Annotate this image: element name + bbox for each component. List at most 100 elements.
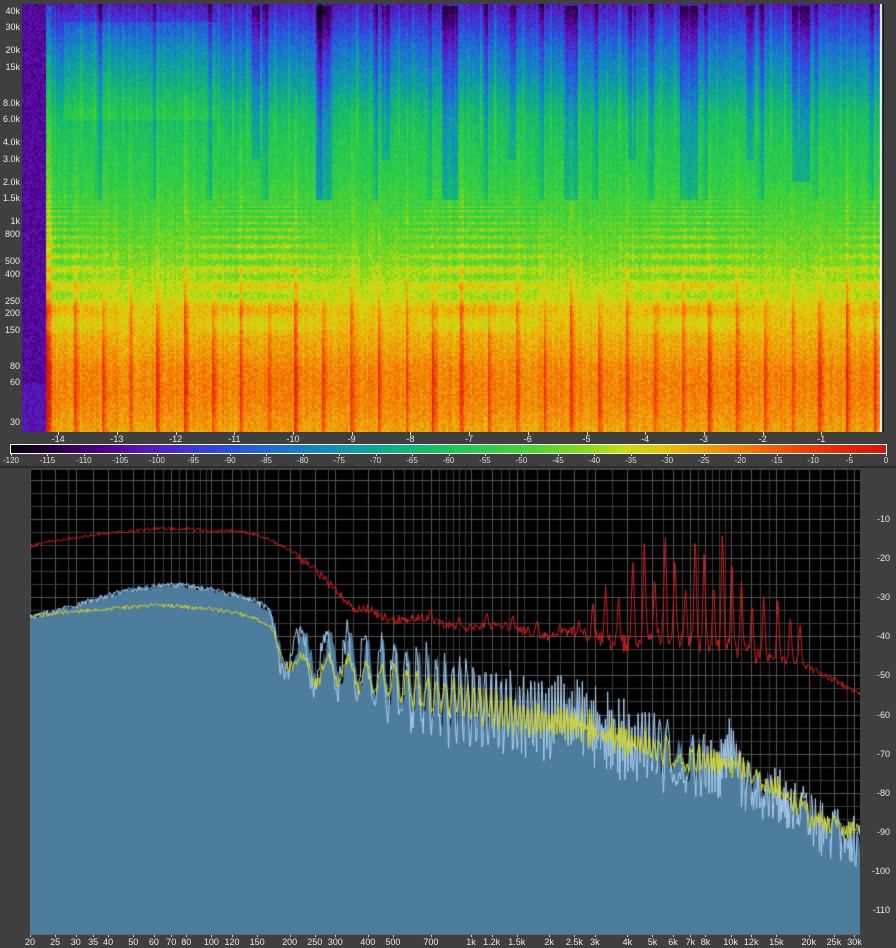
spectrum-freq-tick-label: 700 xyxy=(423,937,439,947)
spectrogram-time-tick-label: -7 xyxy=(465,434,474,444)
spectrum-freq-tick-label: 250 xyxy=(307,937,323,947)
spectrum-freq-tick xyxy=(516,935,518,937)
colorbar-tick-label: -30 xyxy=(661,456,674,465)
colorbar-tick-label: -120 xyxy=(2,456,20,465)
spectrum-freq-tick-label: 8k xyxy=(700,937,711,947)
spectrogram-freq-tick-label: 80 xyxy=(9,361,20,371)
spectrogram-time-tick xyxy=(234,432,236,435)
spectrogram-freq-tick-label: 8.0k xyxy=(2,98,20,108)
colorbar-tick-label: 0 xyxy=(883,456,889,465)
spectrum-freq-tick xyxy=(93,935,95,937)
colorbar-tick-label: -105 xyxy=(112,456,129,465)
colorbar-tick xyxy=(229,454,231,456)
spectrum-freq-tick xyxy=(491,935,493,937)
spectrum-freq-tick-label: 1.5k xyxy=(508,937,526,947)
spectrum-db-tick-label: -10 xyxy=(876,514,890,524)
spectrogram-time-tick xyxy=(351,432,353,435)
spectrum-db-tick-label: -60 xyxy=(876,710,890,720)
colorbar-tick xyxy=(412,454,414,456)
spectrum-freq-tick xyxy=(232,935,233,937)
colorbar-tick xyxy=(886,454,887,456)
spectrum-freq-tick xyxy=(574,935,576,937)
spectrum-freq-tick-label: 6k xyxy=(668,937,678,947)
spectrogram-time-tick-label: -14 xyxy=(51,434,65,444)
spectrum-freq-tick xyxy=(392,935,394,937)
spectrogram-time-tick xyxy=(175,432,177,435)
colorbar-tick xyxy=(156,454,158,456)
spectrogram-time-tick xyxy=(410,432,412,435)
colorbar-tick-label: -115 xyxy=(39,456,56,465)
spectrum-freq-tick-label: 15k xyxy=(769,937,784,947)
spectrum-freq-tick xyxy=(133,935,135,937)
colorbar-tick xyxy=(630,454,632,456)
spectrum-freq-tick xyxy=(108,935,110,937)
spectrogram-time-tick xyxy=(58,432,60,435)
colorbar-tick xyxy=(448,454,450,456)
colorbar-tick xyxy=(83,454,85,456)
spectrum-freq-tick xyxy=(289,935,291,937)
spectrum-freq-tick-label: 300 xyxy=(327,937,343,947)
spectrum-freq-tick xyxy=(705,935,707,937)
spectrum-plot[interactable] xyxy=(30,470,860,935)
spectrum-freq-tick xyxy=(314,935,316,937)
panel-divider xyxy=(0,466,896,468)
colorbar-tick xyxy=(557,454,559,456)
colorbar-tick-label: -100 xyxy=(148,456,165,465)
spectrum-freq-tick xyxy=(652,935,654,937)
spectrogram-freq-tick-label: 2.0k xyxy=(2,177,20,187)
spectrum-freq-tick-label: 7k xyxy=(685,937,696,947)
spectrum-freq-tick xyxy=(730,935,732,937)
spectrum-freq-tick xyxy=(808,935,810,937)
colorbar-tick xyxy=(11,454,12,456)
spectrum-freq-tick-label: 30k xyxy=(847,937,862,947)
spectrogram-freq-tick-label: 6.0k xyxy=(2,114,20,124)
colorbar-tick-label: -110 xyxy=(76,456,92,465)
spectrum-freq-tick-label: 20k xyxy=(801,937,817,947)
colorbar-tick xyxy=(813,454,815,456)
spectrum-freq-tick xyxy=(186,935,188,937)
spectrum-freq-tick xyxy=(335,935,337,937)
colorbar-tick-label: -65 xyxy=(406,456,418,465)
colorbar-tick-label: -10 xyxy=(807,456,819,465)
spectrogram-freq-tick-label: 20k xyxy=(5,45,20,55)
spectrum-freq-tick-label: 20 xyxy=(24,937,36,947)
spectrogram-time-tick xyxy=(821,432,823,435)
spectrogram-freq-tick-label: 30 xyxy=(9,417,20,427)
spectrum-db-tick-label: -40 xyxy=(876,631,890,641)
spectrogram-freq-tick-label: 60 xyxy=(9,377,20,387)
spectrogram-freq-tick-label: 250 xyxy=(4,296,20,306)
spectrum-freq-tick-label: 200 xyxy=(282,937,298,947)
colorbar-tick-label: -70 xyxy=(369,456,382,465)
spectrogram-freq-tick-label: 800 xyxy=(4,229,20,239)
spectrogram-time-tick xyxy=(762,432,764,435)
spectrum-freq-tick-label: 80 xyxy=(181,937,192,947)
spectrum-freq-tick-label: 60 xyxy=(148,937,159,947)
spectrogram-time-tick xyxy=(703,432,705,435)
colorbar-tick-label: -85 xyxy=(260,456,272,465)
spectrogram-time-tick xyxy=(527,432,529,435)
spectrogram-time-tick-label: -1 xyxy=(817,434,826,444)
spectrogram-heatmap[interactable] xyxy=(22,4,884,432)
colorbar-tick xyxy=(193,454,195,456)
spectrogram-time-tick-label: -2 xyxy=(758,434,767,444)
spectrogram-freq-tick-label: 15k xyxy=(5,62,20,72)
spectrum-db-tick-label: -70 xyxy=(876,749,890,759)
spectrum-freq-tick-label: 25k xyxy=(826,937,842,947)
spectrum-freq-tick xyxy=(430,935,432,937)
spectrum-freq-tick-label: 4k xyxy=(622,937,633,947)
spectrogram-time-tick-label: -12 xyxy=(169,434,183,444)
spectrum-db-tick-label: -90 xyxy=(876,827,890,837)
colorbar-tick xyxy=(521,454,523,456)
spectrum-freq-tick-label: 1k xyxy=(466,937,476,947)
spectrum-freq-tick xyxy=(776,935,778,937)
spectrum-freq-tick xyxy=(854,935,856,937)
spectrogram-freq-tick-label: 200 xyxy=(4,308,20,318)
spectrum-freq-tick-label: 12k xyxy=(743,937,759,947)
spectrum-freq-tick xyxy=(833,935,835,937)
colorbar-tick xyxy=(740,454,742,456)
colorbar-tick xyxy=(47,454,49,456)
colorbar-gradient xyxy=(10,444,887,454)
spectrum-db-tick-label: -50 xyxy=(876,670,890,680)
colorbar-tick xyxy=(776,454,778,456)
spectrum-db-tick-label: -110 xyxy=(872,905,890,915)
